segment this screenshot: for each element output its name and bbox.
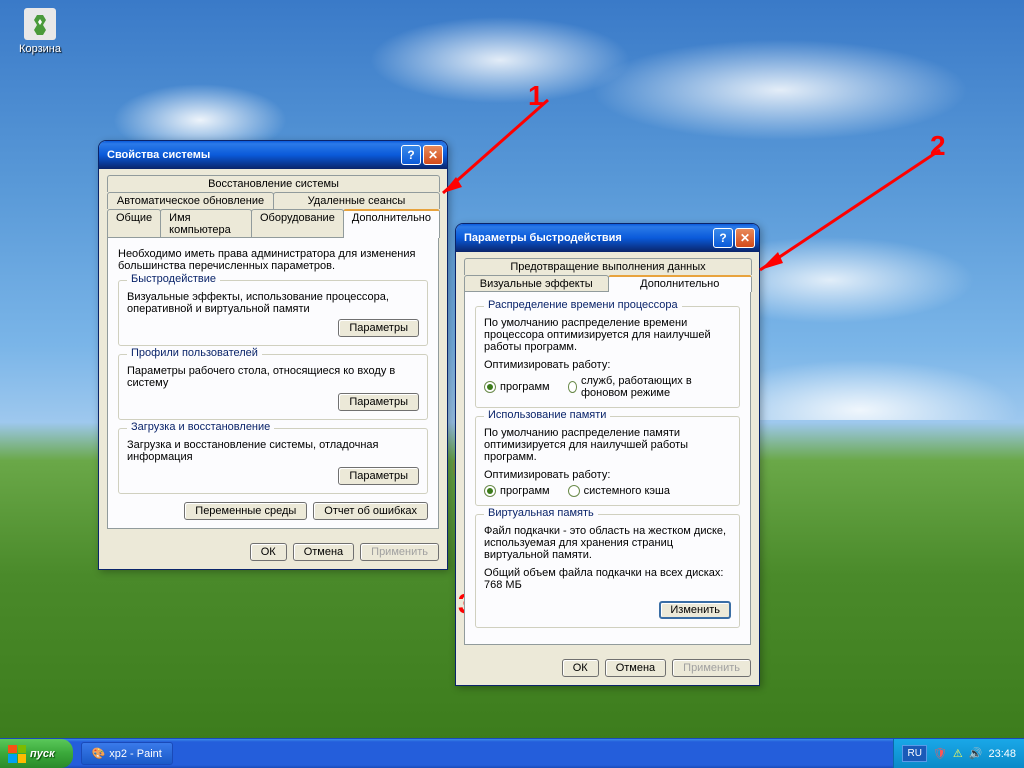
tray-icon-security[interactable]: 🛡 (933, 747, 947, 760)
group-cpu-desc: По умолчанию распределение времени проце… (484, 317, 731, 353)
error-report-button[interactable]: Отчет об ошибках (313, 502, 428, 520)
cpu-optimize-label: Оптимизировать работу: (484, 359, 731, 371)
windows-logo-icon (8, 745, 26, 763)
taskbar-item-paint[interactable]: 🎨 xp2 - Paint (81, 742, 173, 765)
group-performance-desc: Визуальные эффекты, использование процес… (127, 291, 419, 315)
taskbar-item-label: xp2 - Paint (109, 748, 162, 760)
group-vmem-title: Виртуальная память (484, 507, 598, 519)
close-button[interactable]: ✕ (735, 228, 755, 248)
tab-panel: Необходимо иметь права администратора дл… (107, 237, 439, 529)
group-startup-title: Загрузка и восстановление (127, 421, 274, 433)
change-vmem-button[interactable]: Изменить (659, 601, 731, 619)
group-startup: Загрузка и восстановление Загрузка и вос… (118, 428, 428, 494)
titlebar-system-properties[interactable]: Свойства системы ? ✕ (99, 141, 447, 169)
tab-system-restore[interactable]: Восстановление системы (107, 175, 440, 192)
radio-cpu-services[interactable]: служб, работающих в фоновом режиме (568, 375, 731, 399)
system-properties-window: Свойства системы ? ✕ Восстановление сист… (98, 140, 448, 570)
paint-icon: 🎨 (92, 747, 106, 760)
ok-button[interactable]: ОК (250, 543, 287, 561)
tray-icon-network[interactable]: ⚠ (953, 747, 963, 760)
performance-options-window: Параметры быстродействия ? ✕ Предотвраще… (455, 223, 760, 686)
tab-computer-name[interactable]: Имя компьютера (160, 209, 252, 238)
mem-optimize-label: Оптимизировать работу: (484, 469, 731, 481)
window-title: Свойства системы (107, 149, 210, 161)
window-title: Параметры быстродействия (464, 232, 622, 244)
group-memory: Использование памяти По умолчанию распре… (475, 416, 740, 506)
cancel-button[interactable]: Отмена (605, 659, 666, 677)
clock[interactable]: 23:48 (988, 748, 1016, 760)
group-profiles: Профили пользователей Параметры рабочего… (118, 354, 428, 420)
apply-button[interactable]: Применить (360, 543, 439, 561)
radio-mem-programs-label: программ (500, 485, 550, 497)
cancel-button[interactable]: Отмена (293, 543, 354, 561)
dialog-button-row: ОК Отмена Применить (456, 653, 759, 685)
recycle-bin[interactable]: Корзина (10, 8, 70, 55)
titlebar-performance-options[interactable]: Параметры быстродействия ? ✕ (456, 224, 759, 252)
dialog-button-row: ОК Отмена Применить (99, 537, 447, 569)
tab-dep[interactable]: Предотвращение выполнения данных (464, 258, 752, 275)
group-vmem-desc: Файл подкачки - это область на жестком д… (484, 525, 731, 561)
apply-button[interactable]: Применить (672, 659, 751, 677)
system-tray: RU 🛡 ⚠ 🔊 23:48 (893, 739, 1024, 768)
radio-mem-programs[interactable]: программ (484, 485, 550, 497)
group-memory-title: Использование памяти (484, 409, 610, 421)
group-cpu-time: Распределение времени процессора По умол… (475, 306, 740, 408)
group-startup-desc: Загрузка и восстановление системы, отлад… (127, 439, 419, 463)
tray-icon-volume[interactable]: 🔊 (969, 747, 983, 760)
language-indicator[interactable]: RU (902, 745, 926, 762)
start-label: пуск (30, 748, 55, 760)
recycle-bin-label: Корзина (10, 43, 70, 55)
group-virtual-memory: Виртуальная память Файл подкачки - это о… (475, 514, 740, 628)
tabstrip: Восстановление системы Автоматическое об… (107, 175, 439, 238)
admin-note: Необходимо иметь права администратора дл… (118, 248, 428, 272)
group-profiles-desc: Параметры рабочего стола, относящиеся ко… (127, 365, 419, 389)
recycle-bin-icon (24, 8, 56, 40)
tab-advanced[interactable]: Дополнительно (608, 275, 753, 292)
tab-panel: Распределение времени процессора По умол… (464, 291, 751, 645)
tab-visual-effects[interactable]: Визуальные эффекты (464, 275, 609, 292)
group-cpu-title: Распределение времени процессора (484, 299, 682, 311)
tab-remote[interactable]: Удаленные сеансы (273, 192, 440, 209)
tab-hardware[interactable]: Оборудование (251, 209, 344, 238)
group-memory-desc: По умолчанию распределение памяти оптими… (484, 427, 731, 463)
vmem-total: Общий объем файла подкачки на всех диска… (484, 567, 731, 591)
radio-cpu-programs-label: программ (500, 381, 550, 393)
tab-auto-update[interactable]: Автоматическое обновление (107, 192, 274, 209)
close-button[interactable]: ✕ (423, 145, 443, 165)
startup-settings-button[interactable]: Параметры (338, 467, 419, 485)
tabstrip: Предотвращение выполнения данных Визуаль… (464, 258, 751, 292)
env-vars-button[interactable]: Переменные среды (184, 502, 307, 520)
start-button[interactable]: пуск (0, 739, 73, 768)
group-profiles-title: Профили пользователей (127, 347, 262, 359)
tab-general[interactable]: Общие (107, 209, 161, 238)
radio-cpu-services-label: служб, работающих в фоновом режиме (581, 375, 731, 399)
ok-button[interactable]: ОК (562, 659, 599, 677)
radio-mem-cache[interactable]: системного кэша (568, 485, 670, 497)
help-button[interactable]: ? (401, 145, 421, 165)
group-performance-title: Быстродействие (127, 273, 220, 285)
performance-settings-button[interactable]: Параметры (338, 319, 419, 337)
help-button[interactable]: ? (713, 228, 733, 248)
radio-mem-cache-label: системного кэша (584, 485, 670, 497)
tab-advanced[interactable]: Дополнительно (343, 209, 440, 238)
profiles-settings-button[interactable]: Параметры (338, 393, 419, 411)
radio-cpu-programs[interactable]: программ (484, 381, 550, 393)
taskbar: пуск 🎨 xp2 - Paint RU 🛡 ⚠ 🔊 23:48 (0, 738, 1024, 768)
group-performance: Быстродействие Визуальные эффекты, испол… (118, 280, 428, 346)
